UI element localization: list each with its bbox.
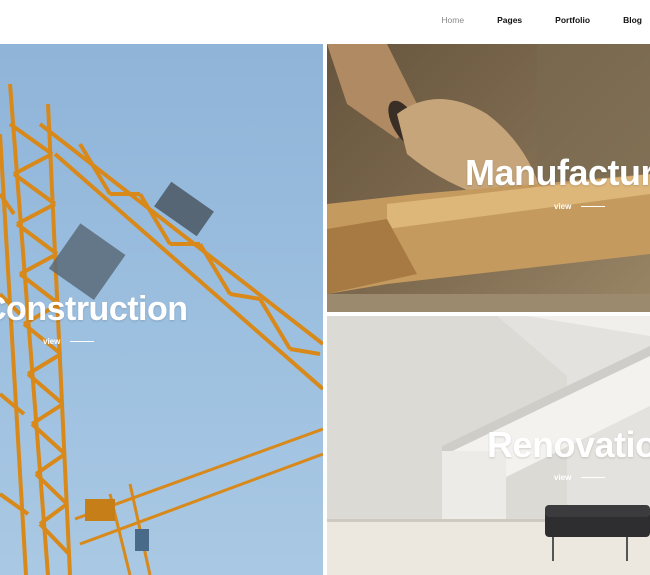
tile-title-renovation: Renovation	[487, 424, 650, 465]
link-underline-decoration	[581, 477, 606, 478]
nav-home-link[interactable]: Home	[441, 14, 464, 26]
tile-title-manufacturing: Manufacturing	[465, 152, 650, 193]
tile-view-link-construction[interactable]: view	[43, 337, 95, 346]
page: Home Pages Portfolio Blog Construction v…	[0, 0, 650, 575]
nav-blog-link[interactable]: Blog	[623, 14, 642, 26]
tile-view-link-renovation[interactable]: view	[554, 473, 606, 482]
portfolio-tile-construction[interactable]: Construction view	[0, 44, 323, 575]
nav-pages-link[interactable]: Pages	[497, 14, 522, 26]
view-link-label: view	[554, 202, 572, 211]
portfolio-tile-manufacturing[interactable]: Manufacturing view	[327, 44, 650, 312]
site-header: Home Pages Portfolio Blog	[0, 0, 650, 44]
link-underline-decoration	[70, 341, 95, 342]
view-link-label: view	[43, 337, 61, 346]
main-nav: Home Pages Portfolio Blog	[408, 14, 642, 26]
link-underline-decoration	[581, 206, 606, 207]
nav-portfolio-link[interactable]: Portfolio	[555, 14, 590, 26]
view-link-label: view	[554, 473, 572, 482]
portfolio-tile-renovation[interactable]: Renovation view	[327, 316, 650, 575]
tile-title-construction: Construction	[0, 290, 188, 328]
tile-view-link-manufacturing[interactable]: view	[554, 202, 606, 211]
